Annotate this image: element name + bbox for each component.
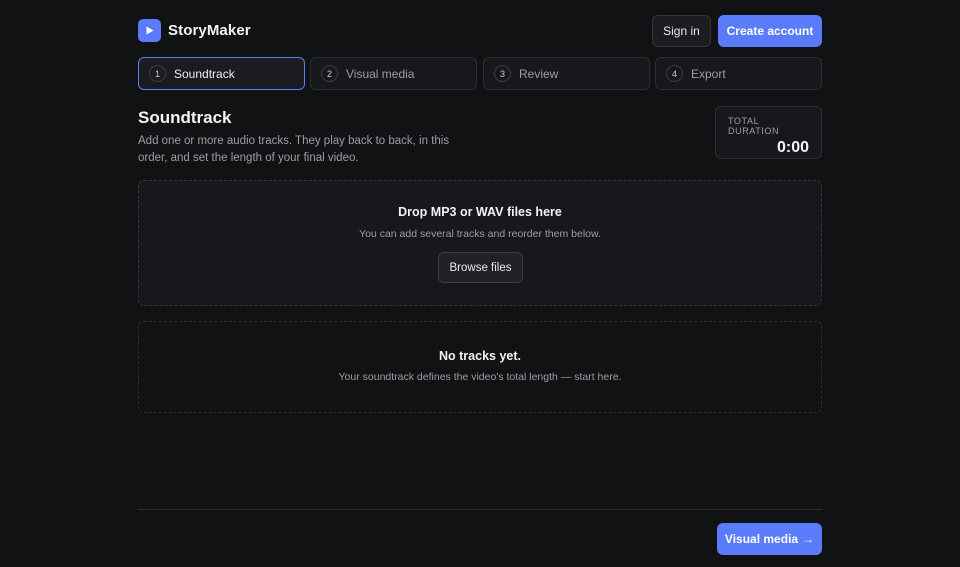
step-visual-media[interactable]: 2 Visual media bbox=[310, 57, 477, 90]
dropzone-title: Drop MP3 or WAV files here bbox=[398, 205, 562, 219]
browse-files-button[interactable]: Browse files bbox=[438, 252, 523, 283]
duration-label: TOTAL DURATION bbox=[728, 116, 780, 136]
step-review[interactable]: 3 Review bbox=[483, 57, 650, 90]
empty-subtitle: Your soundtrack defines the video's tota… bbox=[338, 371, 622, 383]
page: StoryMaker Sign in Create account 1 Soun… bbox=[0, 0, 960, 567]
create-account-button[interactable]: Create account bbox=[718, 15, 822, 47]
footer-divider bbox=[138, 509, 822, 510]
duration-value: 0:00 bbox=[776, 139, 809, 156]
step-soundtrack[interactable]: 1 Soundtrack bbox=[138, 57, 305, 90]
step-export[interactable]: 4 Export bbox=[655, 57, 822, 90]
file-dropzone[interactable]: Drop MP3 or WAV files here You can add s… bbox=[138, 180, 822, 306]
empty-title: No tracks yet. bbox=[439, 349, 521, 363]
step-number: 4 bbox=[666, 65, 683, 82]
section-description: Add one or more audio tracks. They play … bbox=[138, 135, 450, 164]
brand[interactable]: StoryMaker bbox=[138, 19, 251, 42]
step-label: Review bbox=[519, 66, 559, 81]
next-step-label: Visual media bbox=[724, 532, 799, 546]
next-step-button[interactable]: Visual media → bbox=[717, 523, 822, 555]
step-label: Export bbox=[691, 66, 726, 81]
step-label: Visual media bbox=[346, 66, 415, 81]
total-duration-card: TOTAL DURATION 0:00 bbox=[715, 106, 822, 159]
step-label: Soundtrack bbox=[174, 66, 235, 81]
play-icon bbox=[138, 19, 161, 42]
step-number: 3 bbox=[494, 65, 511, 82]
app-name: StoryMaker bbox=[168, 22, 251, 39]
step-number: 2 bbox=[321, 65, 338, 82]
arrow-right-icon: → bbox=[802, 532, 815, 546]
dropzone-subtitle: You can add several tracks and reorder t… bbox=[359, 228, 601, 240]
section-title: Soundtrack bbox=[138, 108, 232, 127]
track-list-empty-state: No tracks yet. Your soundtrack defines t… bbox=[138, 321, 822, 413]
sign-in-button[interactable]: Sign in bbox=[652, 15, 711, 47]
step-number: 1 bbox=[149, 65, 166, 82]
